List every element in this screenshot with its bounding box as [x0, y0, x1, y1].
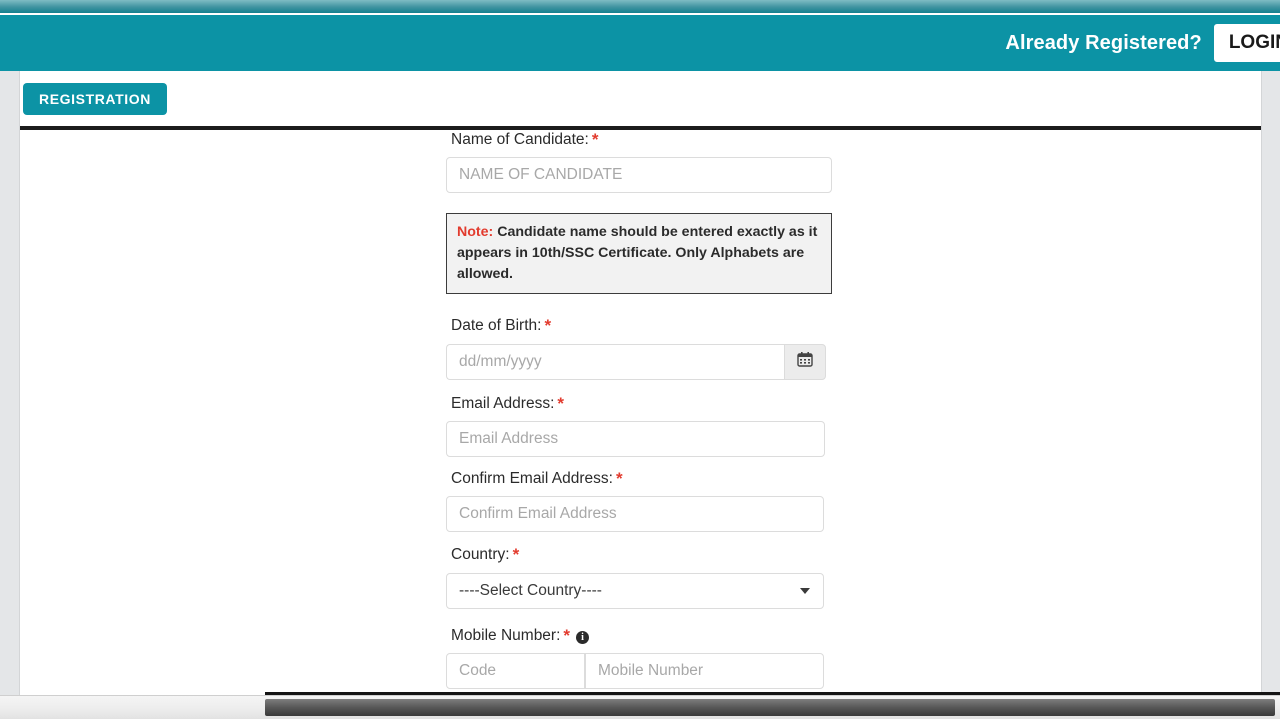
site-header-bar: Already Registered? LOGIN [0, 15, 1280, 71]
tab-registration[interactable]: REGISTRATION [23, 83, 167, 115]
email-address-input[interactable] [446, 420, 825, 457]
note-label: Note: [457, 224, 494, 241]
mobile-number-input[interactable] [585, 653, 824, 690]
field-confirm-email-address: Confirm Email Address: * [446, 469, 866, 533]
name-of-candidate-label-text: Name of Candidate: [451, 131, 589, 148]
mobile-number-label-text: Mobile Number: [451, 626, 561, 644]
horizontal-scrollbar[interactable] [0, 695, 1280, 719]
required-asterisk: * [591, 130, 599, 149]
calendar-icon [797, 351, 813, 372]
registration-form: Name of Candidate:* Note: Candidate name… [20, 130, 1261, 696]
field-country: Country: * ----Select Country---- [446, 545, 866, 609]
field-mobile-number: Mobile Number: * i [446, 626, 866, 690]
confirm-email-address-label-text: Confirm Email Address: [451, 469, 613, 487]
country-select[interactable]: ----Select Country---- [446, 572, 824, 609]
date-of-birth-group [446, 343, 826, 380]
mobile-code-input[interactable] [446, 653, 585, 690]
info-icon[interactable]: i [576, 630, 590, 644]
mobile-number-label: Mobile Number: * i [446, 626, 866, 646]
country-label: Country: * [446, 545, 866, 565]
required-asterisk: * [615, 468, 623, 488]
confirm-email-address-label: Confirm Email Address: * [446, 469, 866, 489]
required-asterisk: * [563, 625, 571, 645]
field-name-of-candidate: Name of Candidate: * [446, 130, 866, 194]
required-asterisk: * [512, 545, 520, 565]
mobile-number-group [446, 653, 866, 690]
already-registered-label: Already Registered? [1005, 31, 1202, 54]
date-of-birth-label: Date of Birth: * [446, 316, 866, 336]
registration-card: REGISTRATION Name of Candidate:* Note: C… [19, 71, 1262, 696]
name-of-candidate-label: Name of Candidate: * [446, 130, 866, 150]
screen-root: Already Registered? LOGIN REGISTRATION N… [0, 0, 1280, 719]
email-address-label-text: Email Address: [451, 394, 555, 412]
required-asterisk: * [557, 393, 565, 413]
field-date-of-birth: Date of Birth: * [446, 316, 866, 380]
confirm-email-address-input[interactable] [446, 496, 824, 533]
note-text: Candidate name should be entered exactly… [457, 224, 818, 282]
top-decorative-strip [0, 0, 1280, 13]
country-select-wrapper: ----Select Country---- [446, 572, 824, 609]
login-button[interactable]: LOGIN [1213, 24, 1280, 62]
calendar-button[interactable] [784, 343, 826, 380]
field-email-address: Email Address: * [446, 394, 866, 457]
required-asterisk: * [544, 316, 552, 336]
tab-strip: REGISTRATION [20, 71, 1261, 130]
email-address-label: Email Address: * [446, 394, 866, 414]
horizontal-scrollbar-thumb[interactable] [265, 699, 1275, 716]
date-of-birth-label-text: Date of Birth: [451, 317, 542, 335]
name-of-candidate-input[interactable] [446, 157, 832, 194]
date-of-birth-input[interactable] [446, 343, 784, 380]
country-label-text: Country: [451, 546, 510, 564]
name-note-box: Note: Candidate name should be entered e… [446, 213, 832, 295]
